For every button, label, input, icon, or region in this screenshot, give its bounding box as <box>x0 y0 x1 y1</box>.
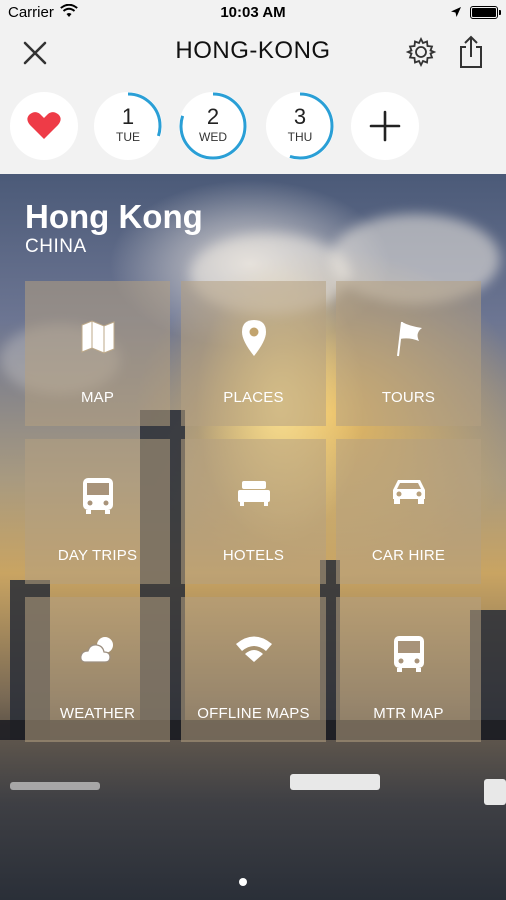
tile-places[interactable]: PLACES <box>181 281 326 426</box>
tile-weather[interactable]: WEATHER <box>25 597 170 742</box>
tile-map[interactable]: MAP <box>25 281 170 426</box>
tile-offline-maps[interactable]: OFFLINE MAPS <box>181 597 326 742</box>
plus-icon <box>369 110 401 142</box>
day-progress-ring <box>179 92 247 160</box>
day-button-2[interactable]: 2 WED <box>179 92 247 160</box>
wifi-icon <box>181 635 326 675</box>
tile-label: MAP <box>80 389 115 406</box>
map-icon <box>25 319 170 359</box>
day-button-3[interactable]: 3 THU <box>266 92 334 160</box>
gear-icon <box>405 36 437 68</box>
weather-icon <box>25 635 170 675</box>
location-arrow-icon <box>450 5 462 22</box>
day-progress-ring <box>266 92 334 160</box>
battery-icon <box>470 6 501 19</box>
boat-wake <box>10 782 100 790</box>
boat-shape <box>484 779 506 805</box>
tile-label: MTR MAP <box>373 705 444 722</box>
tile-label: CAR HIRE <box>371 547 446 564</box>
day-selector: 1 TUE 2 WED 3 THU <box>0 78 506 174</box>
tile-label: WEATHER <box>59 705 136 722</box>
share-button[interactable] <box>454 34 488 70</box>
bed-icon <box>181 477 326 517</box>
city-name: Hong Kong <box>25 198 203 235</box>
day-progress-ring <box>94 92 162 160</box>
tile-label: PLACES <box>223 389 284 406</box>
day-button-1[interactable]: 1 TUE <box>94 92 162 160</box>
heart-icon <box>27 112 61 139</box>
pin-icon <box>181 319 326 359</box>
country-name: CHINA <box>25 236 87 257</box>
boat-shape <box>290 774 380 790</box>
tile-tours[interactable]: TOURS <box>336 281 481 426</box>
status-bar: Carrier 10:03 AM <box>0 0 506 26</box>
favorites-button[interactable] <box>10 92 78 160</box>
share-icon <box>460 35 482 68</box>
tile-label: TOURS <box>381 389 436 406</box>
tile-label: DAY TRIPS <box>57 547 138 564</box>
clock: 10:03 AM <box>220 4 286 21</box>
page-indicator-dot[interactable] <box>239 878 247 886</box>
tile-car-hire[interactable]: CAR HIRE <box>336 439 481 584</box>
city-hero: Hong Kong CHINA MAP PLACES TOURS DAY TRI… <box>0 174 506 900</box>
tile-label: HOTELS <box>222 547 285 564</box>
tile-mtr-map[interactable]: MTR MAP <box>336 597 481 742</box>
tile-day-trips[interactable]: DAY TRIPS <box>25 439 170 584</box>
harbour-water <box>0 740 506 900</box>
bus-icon <box>25 477 170 517</box>
flag-icon <box>336 319 481 359</box>
car-icon <box>336 477 481 517</box>
train-icon <box>336 635 481 675</box>
tile-hotels[interactable]: HOTELS <box>181 439 326 584</box>
tile-label: OFFLINE MAPS <box>197 705 310 722</box>
add-day-button[interactable] <box>351 92 419 160</box>
nav-bar: HONG-KONG <box>0 26 506 78</box>
settings-button[interactable] <box>404 35 438 69</box>
